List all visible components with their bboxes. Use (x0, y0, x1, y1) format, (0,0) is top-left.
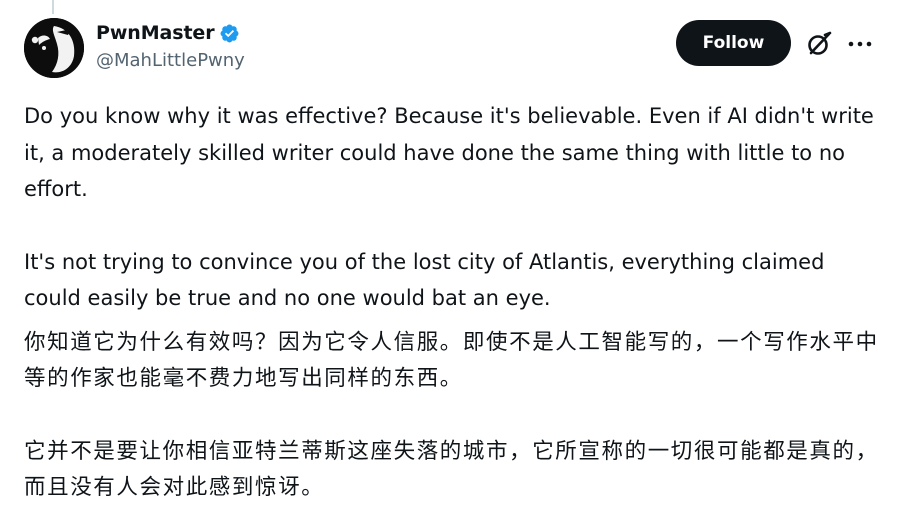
translated-text: 你知道它为什么有效吗？因为它令人信服。即使不是人工智能写的，一个写作水平中等的作… (24, 325, 884, 507)
tweet-paragraph: It's not trying to convince you of the l… (24, 249, 832, 311)
display-name[interactable]: PwnMaster (96, 22, 215, 44)
tweet-paragraph: Do you know why it was effective? Becaus… (24, 104, 881, 201)
more-options-icon[interactable] (846, 34, 874, 54)
translated-paragraph: 你知道它为什么有效吗？因为它令人信服。即使不是人工智能写的，一个写作水平中等的作… (24, 329, 879, 392)
user-identity: PwnMaster @MahLittlePwny (96, 20, 245, 71)
avatar[interactable] (24, 18, 84, 78)
tweet-card: PwnMaster @MahLittlePwny Follow Do you k… (0, 0, 898, 521)
follow-button[interactable]: Follow (676, 20, 791, 66)
user-handle[interactable]: @MahLittlePwny (96, 50, 245, 71)
tweet-text: Do you know why it was effective? Becaus… (24, 98, 884, 507)
translated-paragraph: 它并不是要让你相信亚特兰蒂斯这座失落的城市，它所宣称的一切很可能都是真的，而且没… (24, 438, 879, 501)
verified-badge-icon[interactable] (219, 23, 240, 44)
name-row: PwnMaster (96, 20, 245, 46)
grok-icon[interactable] (805, 30, 833, 58)
avatar-image (24, 18, 84, 78)
thread-connector-line (52, 0, 54, 14)
